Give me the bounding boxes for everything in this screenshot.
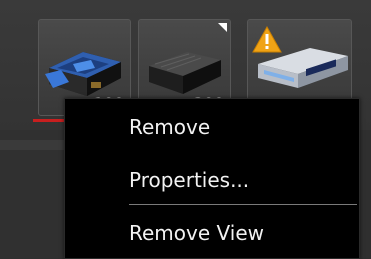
menu-item-remove-view[interactable]: Remove View [65, 213, 359, 253]
corner-marker-icon [218, 23, 227, 32]
warning-icon [252, 26, 282, 53]
menu-item-remove[interactable]: Remove [65, 107, 359, 147]
menu-item-properties[interactable]: Properties... [65, 160, 359, 200]
menu-item-label: Remove [129, 115, 211, 139]
context-menu: Remove Properties... Remove View [64, 98, 360, 259]
background-band [0, 140, 64, 150]
menu-item-label: Remove View [129, 221, 264, 245]
menu-separator [129, 204, 357, 205]
background-panel-right [360, 130, 371, 259]
menu-item-label: Properties... [129, 168, 250, 192]
